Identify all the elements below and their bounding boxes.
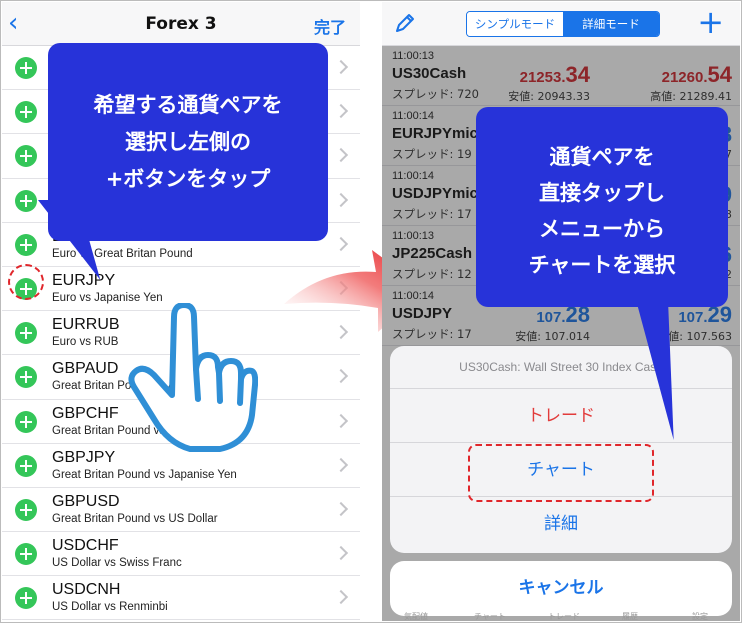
- callout-left-line-2: 選択し左側の: [125, 130, 251, 154]
- add-plus-icon[interactable]: [15, 410, 37, 433]
- tab-chart[interactable]: チャート: [474, 611, 506, 621]
- symbol-name: USDCNH: [52, 581, 121, 599]
- add-plus-icon[interactable]: [15, 233, 37, 256]
- tap-hand-icon: [128, 303, 258, 452]
- detail-button[interactable]: 詳細: [390, 496, 732, 550]
- callout-right: 通貨ペアを 直接タップし メニューから チャートを選択: [476, 107, 728, 307]
- quotes-screen: シンプルモード 詳細モード + 11:00:13 US30Cash スプレッド: 7…: [382, 2, 740, 621]
- plus-highlight-ring: [8, 264, 44, 300]
- symbol-row[interactable]: GBPUSD Great Britan Pound vs US Dollar: [2, 488, 360, 533]
- add-plus-icon[interactable]: [15, 366, 37, 389]
- add-plus-icon[interactable]: [15, 587, 37, 610]
- symbol-description: Great Britan Pound vs US Dollar: [52, 512, 218, 525]
- tab-detail-mode[interactable]: 詳細モード: [563, 12, 659, 36]
- chevron-right-icon: [333, 457, 349, 472]
- add-plus-icon[interactable]: [15, 543, 37, 566]
- done-button[interactable]: 完了: [314, 14, 346, 38]
- chevron-right-icon: [333, 413, 349, 428]
- nav-bar: ‹ Forex 3 完了: [2, 2, 360, 46]
- pencil-icon[interactable]: [394, 12, 416, 34]
- add-plus-icon[interactable]: [15, 454, 37, 477]
- callout-right-line-3: メニューから: [539, 217, 665, 241]
- callout-left: 希望する通貨ペアを 選択し左側の +ボタンをタップ: [48, 43, 328, 241]
- add-plus-icon[interactable]: [15, 101, 37, 124]
- quotes-nav-bar: シンプルモード 詳細モード +: [382, 2, 740, 46]
- add-symbol-icon[interactable]: +: [697, 6, 724, 38]
- tab-settings[interactable]: 設定: [692, 611, 708, 621]
- chevron-right-icon: [333, 104, 349, 119]
- symbol-name: USDCHF: [52, 537, 119, 555]
- add-plus-icon[interactable]: [15, 322, 37, 345]
- symbol-name: GBPAUD: [52, 360, 119, 378]
- mode-segmented-control: シンプルモード 詳細モード: [466, 11, 660, 37]
- action-sheet-title: US30Cash: Wall Street 30 Index Cash: [459, 360, 663, 374]
- chevron-right-icon: [333, 545, 349, 561]
- symbol-name: GBPJPY: [52, 448, 116, 466]
- symbol-row[interactable]: USDCNH US Dollar vs Renminbi: [2, 576, 360, 621]
- chevron-right-icon: [333, 148, 349, 163]
- add-plus-icon[interactable]: [15, 498, 37, 521]
- callout-right-line-4: チャートを選択: [528, 253, 676, 277]
- tab-simple-mode[interactable]: シンプルモード: [467, 12, 563, 36]
- page-title: Forex 3: [145, 14, 217, 34]
- chevron-right-icon: [333, 59, 349, 75]
- symbol-name: EURRUB: [52, 316, 120, 334]
- symbol-description: US Dollar vs Swiss Franc: [52, 557, 182, 570]
- tab-trade[interactable]: トレード: [548, 611, 580, 621]
- add-plus-icon[interactable]: [15, 57, 37, 79]
- callout-right-line-1: 通貨ペアを: [549, 145, 655, 169]
- cancel-button[interactable]: キャンセル: [390, 561, 732, 616]
- callout-right-line-2: 直接タップし: [539, 181, 665, 205]
- chevron-right-icon: [333, 369, 349, 384]
- symbol-description: Great Britan Pound vs Japanise Yen: [52, 468, 237, 481]
- callout-left-line-3: +ボタンをタップ: [105, 167, 271, 191]
- chart-highlight-box: [468, 444, 654, 502]
- symbol-name: GBPCHF: [52, 404, 119, 422]
- symbol-description: US Dollar vs Renminbi: [52, 601, 168, 614]
- tab-bar: 気配値 チャート トレード 履歴 設定: [382, 611, 740, 621]
- symbol-name: GBPUSD: [52, 492, 120, 510]
- chevron-right-icon: [333, 590, 349, 605]
- chevron-right-icon: [333, 192, 349, 207]
- add-plus-icon[interactable]: [15, 189, 37, 212]
- symbol-description: Euro vs RUB: [52, 336, 119, 349]
- symbol-row[interactable]: USDCHF US Dollar vs Swiss Franc: [2, 532, 360, 577]
- chevron-right-icon: [333, 501, 349, 516]
- tab-history[interactable]: 履歴: [622, 611, 638, 621]
- add-plus-icon[interactable]: [15, 145, 37, 168]
- callout-left-line-1: 希望する通貨ペアを: [93, 93, 283, 117]
- tab-quotes[interactable]: 気配値: [404, 611, 428, 621]
